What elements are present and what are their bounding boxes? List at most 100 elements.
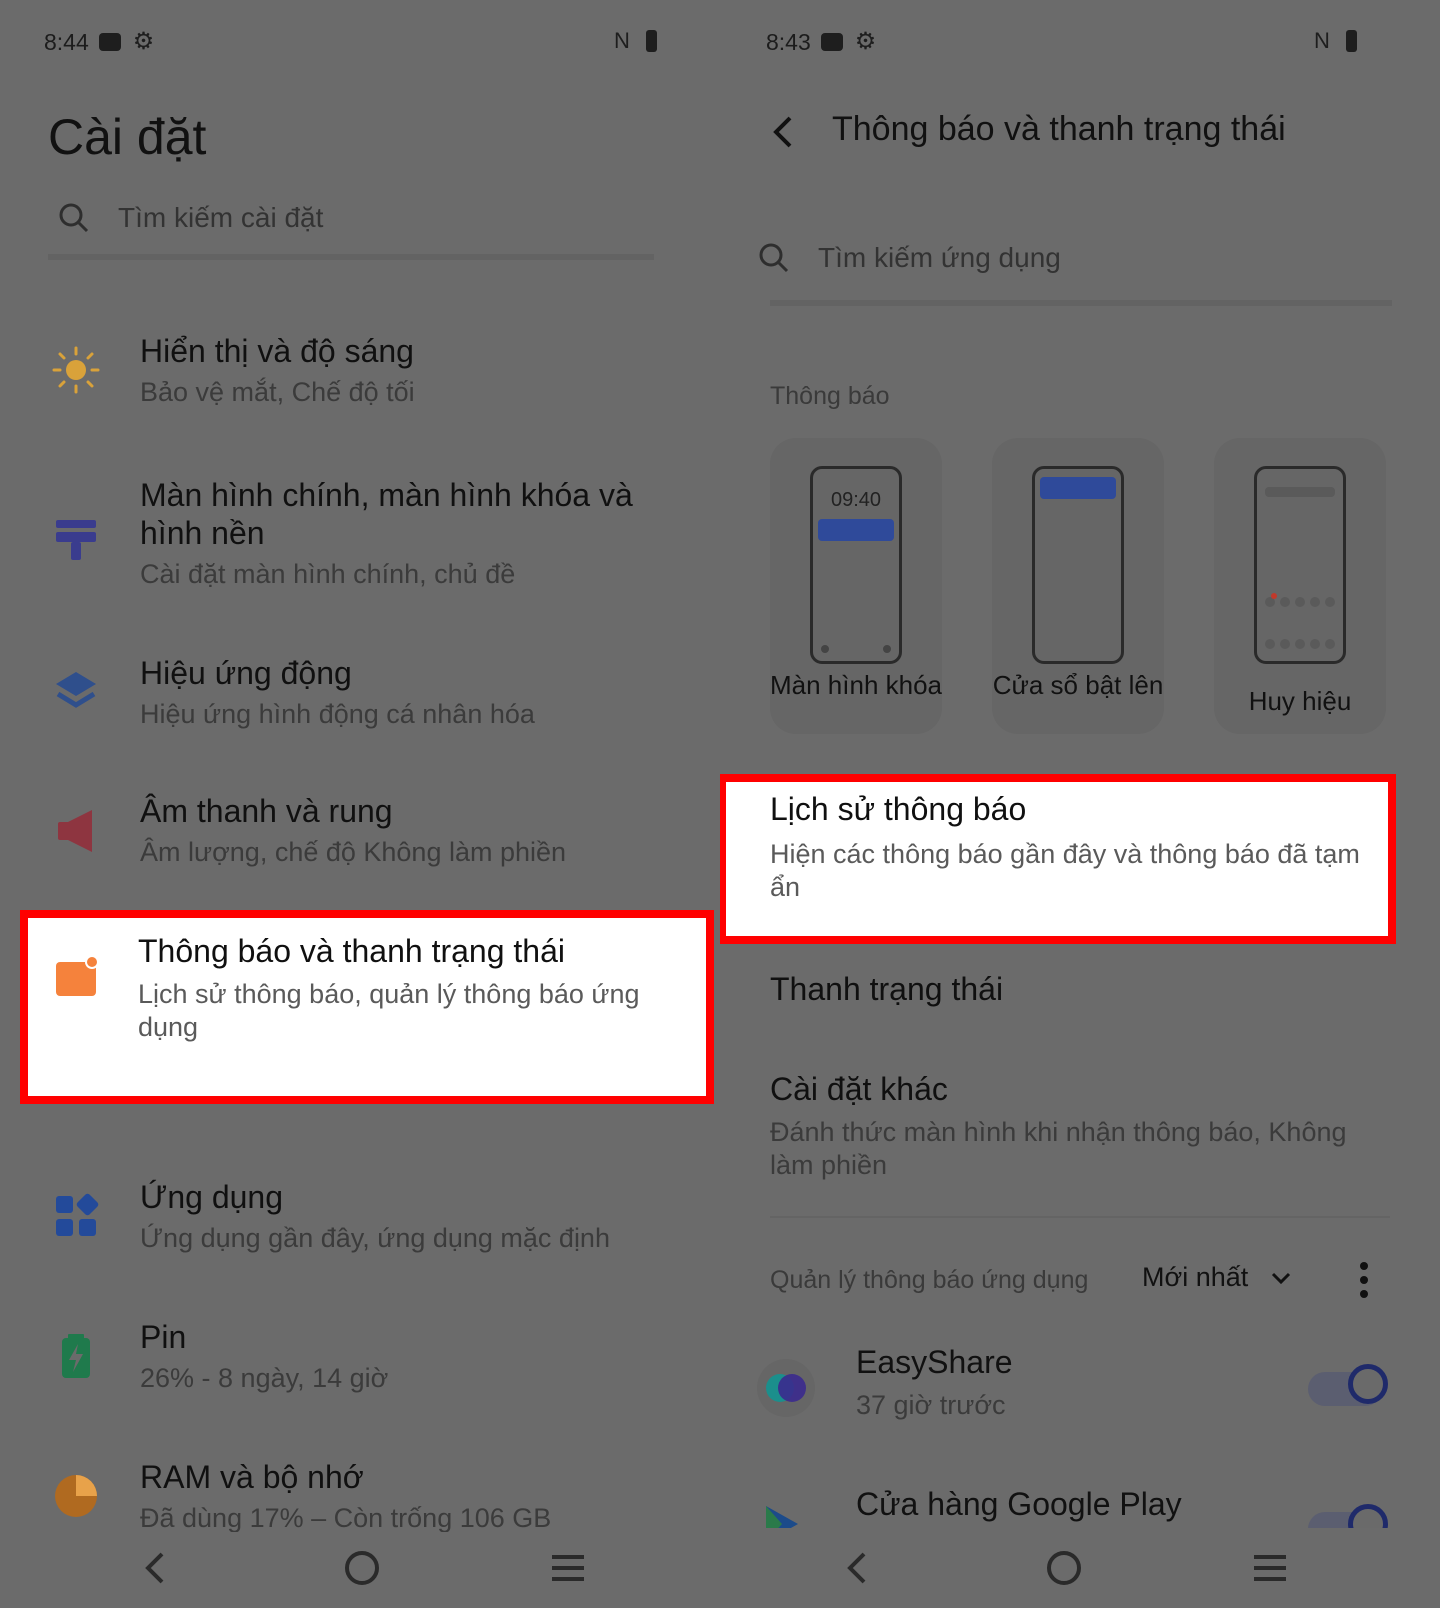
back-arrow-icon[interactable] bbox=[768, 112, 798, 152]
card-label: Huy hiệu bbox=[1248, 686, 1352, 716]
wallpaper-icon bbox=[56, 520, 96, 560]
settings-item-storage[interactable]: RAM và bộ nhớ Đã dùng 17% – Còn trống 10… bbox=[0, 1456, 720, 1532]
battery-icon bbox=[62, 1334, 90, 1378]
card-label: Cửa sổ bật lên bbox=[992, 670, 1164, 700]
item-subtitle: Bảo vệ mắt, Chế độ tối bbox=[140, 377, 415, 407]
item-title: Âm thanh và rung bbox=[140, 793, 393, 829]
bar bbox=[1265, 487, 1335, 497]
phone-preview bbox=[1032, 466, 1124, 664]
settings-item-battery[interactable]: Pin 26% - 8 ngày, 14 giờ bbox=[0, 1316, 720, 1416]
layers-icon bbox=[56, 672, 96, 708]
icon-row bbox=[1265, 639, 1335, 649]
search-underline bbox=[770, 300, 1392, 306]
item-subtitle: Ứng dụng gần đây, ứng dụng mặc định bbox=[140, 1223, 610, 1253]
google-play-icon bbox=[766, 1506, 798, 1528]
sort-label: Mới nhất bbox=[1142, 1262, 1249, 1292]
status-bar: 8:44 ⚙ bbox=[44, 22, 154, 62]
apps-icon bbox=[56, 1193, 99, 1236]
item-title: Hiệu ứng động bbox=[140, 655, 352, 691]
page-title: Cài đặt bbox=[48, 109, 207, 165]
card-lock-screen[interactable]: 09:40 Màn hình khóa bbox=[770, 438, 942, 734]
item-title: Pin bbox=[140, 1319, 187, 1355]
app-toggle[interactable] bbox=[1308, 1504, 1388, 1528]
item-title: Lịch sử thông báo bbox=[770, 791, 1027, 827]
item-title: Cài đặt khác bbox=[770, 1071, 948, 1107]
search-icon bbox=[59, 203, 89, 233]
nfc-icon: N bbox=[614, 28, 630, 53]
back-nav-icon[interactable] bbox=[140, 1548, 170, 1588]
app-toggle[interactable] bbox=[1308, 1364, 1388, 1406]
settings-item-home-screen[interactable]: Màn hình chính, màn hình khóa và hình nề… bbox=[0, 476, 720, 606]
other-settings-item[interactable]: Cài đặt khác Đánh thức màn hình khi nhận… bbox=[720, 1070, 1440, 1190]
menu-nav-icon[interactable] bbox=[548, 1548, 588, 1588]
notification-history-item[interactable]: Lịch sử thông báo Hiện các thông báo gần… bbox=[720, 790, 1440, 930]
app-row[interactable]: EasyShare 37 giờ trước bbox=[720, 1344, 1440, 1444]
item-title: Thông báo và thanh trạng thái bbox=[138, 933, 565, 969]
battery-status-icon bbox=[645, 30, 657, 52]
search-input[interactable]: Tìm kiếm cài đặt bbox=[58, 202, 323, 234]
phone-preview bbox=[1254, 466, 1346, 664]
clock-text: 09:40 bbox=[830, 489, 882, 511]
app-time: 37 giờ trước bbox=[856, 1390, 1006, 1420]
app-row[interactable]: Cửa hàng Google Play bbox=[720, 1486, 1440, 1528]
search-underline bbox=[48, 254, 654, 260]
home-nav-icon[interactable] bbox=[342, 1548, 382, 1588]
banner-bar bbox=[1040, 477, 1116, 499]
card-badges[interactable]: Huy hiệu bbox=[1214, 438, 1386, 734]
search-icon bbox=[759, 243, 789, 273]
more-vert-icon[interactable] bbox=[1358, 1260, 1370, 1300]
divider bbox=[770, 1216, 1390, 1218]
item-title: Thanh trạng thái bbox=[770, 971, 1004, 1007]
home-nav-icon[interactable] bbox=[1044, 1548, 1084, 1588]
page-title: Thông báo và thanh trạng thái bbox=[832, 110, 1286, 148]
sort-dropdown[interactable]: Mới nhất bbox=[1142, 1262, 1292, 1293]
dot bbox=[821, 645, 829, 653]
item-subtitle: Lịch sử thông báo, quản lý thông báo ứng… bbox=[138, 979, 640, 1042]
status-bar-item[interactable]: Thanh trạng thái bbox=[720, 970, 1440, 1030]
toggle-knob bbox=[1348, 1364, 1388, 1404]
settings-item-display[interactable]: Hiển thị và độ sáng Bảo vệ mắt, Chế độ t… bbox=[0, 330, 720, 430]
navigation-bar bbox=[0, 1528, 720, 1608]
search-input[interactable]: Tìm kiếm ứng dụng bbox=[758, 242, 1061, 274]
search-placeholder: Tìm kiếm cài đặt bbox=[118, 202, 324, 233]
chevron-down-icon bbox=[1272, 1272, 1291, 1284]
gear-icon: ⚙ bbox=[854, 28, 877, 55]
card-label: Màn hình khóa bbox=[770, 670, 943, 700]
back-nav-icon[interactable] bbox=[842, 1548, 872, 1588]
navigation-bar bbox=[720, 1528, 1440, 1608]
search-placeholder: Tìm kiếm ứng dụng bbox=[818, 242, 1061, 273]
item-subtitle: Hiệu ứng hình động cá nhân hóa bbox=[140, 699, 535, 729]
notification-icon bbox=[56, 955, 99, 996]
status-right: N bbox=[1314, 28, 1357, 54]
item-subtitle: Đánh thức màn hình khi nhận thông báo, K… bbox=[770, 1117, 1347, 1180]
link-icon bbox=[820, 33, 843, 51]
settings-item-sound[interactable]: Âm thanh và rung Âm lượng, chế độ Không … bbox=[0, 790, 720, 890]
status-right: N bbox=[614, 28, 657, 54]
gear-icon: ⚙ bbox=[132, 28, 155, 55]
status-bar: 8:43 ⚙ bbox=[766, 22, 876, 62]
item-subtitle: Cài đặt màn hình chính, chủ đề bbox=[140, 559, 516, 589]
settings-item-notifications[interactable]: Thông báo và thanh trạng thái Lịch sử th… bbox=[0, 930, 720, 1080]
item-subtitle: Hiện các thông báo gần đây và thông báo … bbox=[770, 839, 1360, 902]
settings-item-apps[interactable]: Ứng dụng Ứng dụng gần đây, ứng dụng mặc … bbox=[0, 1176, 720, 1276]
battery-status-icon bbox=[1345, 30, 1357, 52]
storage-pie-icon bbox=[55, 1475, 97, 1517]
notifications-screen: 8:43 ⚙ N Thông báo và thanh trạng thái T… bbox=[720, 0, 1440, 1608]
settings-item-animations[interactable]: Hiệu ứng động Hiệu ứng hình động cá nhân… bbox=[0, 652, 720, 752]
menu-nav-icon[interactable] bbox=[1250, 1548, 1290, 1588]
dot bbox=[883, 645, 891, 653]
settings-screen: 8:44 ⚙ N Cài đặt Tìm kiếm cài đặt Hiển t… bbox=[0, 0, 720, 1608]
item-subtitle: Âm lượng, chế độ Không làm phiền bbox=[140, 837, 567, 867]
app-name: Cửa hàng Google Play bbox=[856, 1486, 1182, 1522]
item-title: Hiển thị và độ sáng bbox=[140, 333, 414, 369]
section-label-manage: Quản lý thông báo ứng dụng bbox=[770, 1266, 1089, 1294]
item-title: Ứng dụng bbox=[140, 1179, 283, 1215]
banner-bar bbox=[818, 519, 894, 541]
app-name: EasyShare bbox=[856, 1344, 1013, 1380]
item-title: Màn hình chính, màn hình khóa và hình nề… bbox=[140, 477, 633, 551]
phone-preview: 09:40 bbox=[810, 466, 902, 664]
toggle-knob bbox=[1348, 1504, 1388, 1528]
easyshare-icon bbox=[757, 1359, 815, 1417]
card-popup-window[interactable]: Cửa sổ bật lên bbox=[992, 438, 1164, 734]
sun-icon bbox=[52, 346, 100, 394]
